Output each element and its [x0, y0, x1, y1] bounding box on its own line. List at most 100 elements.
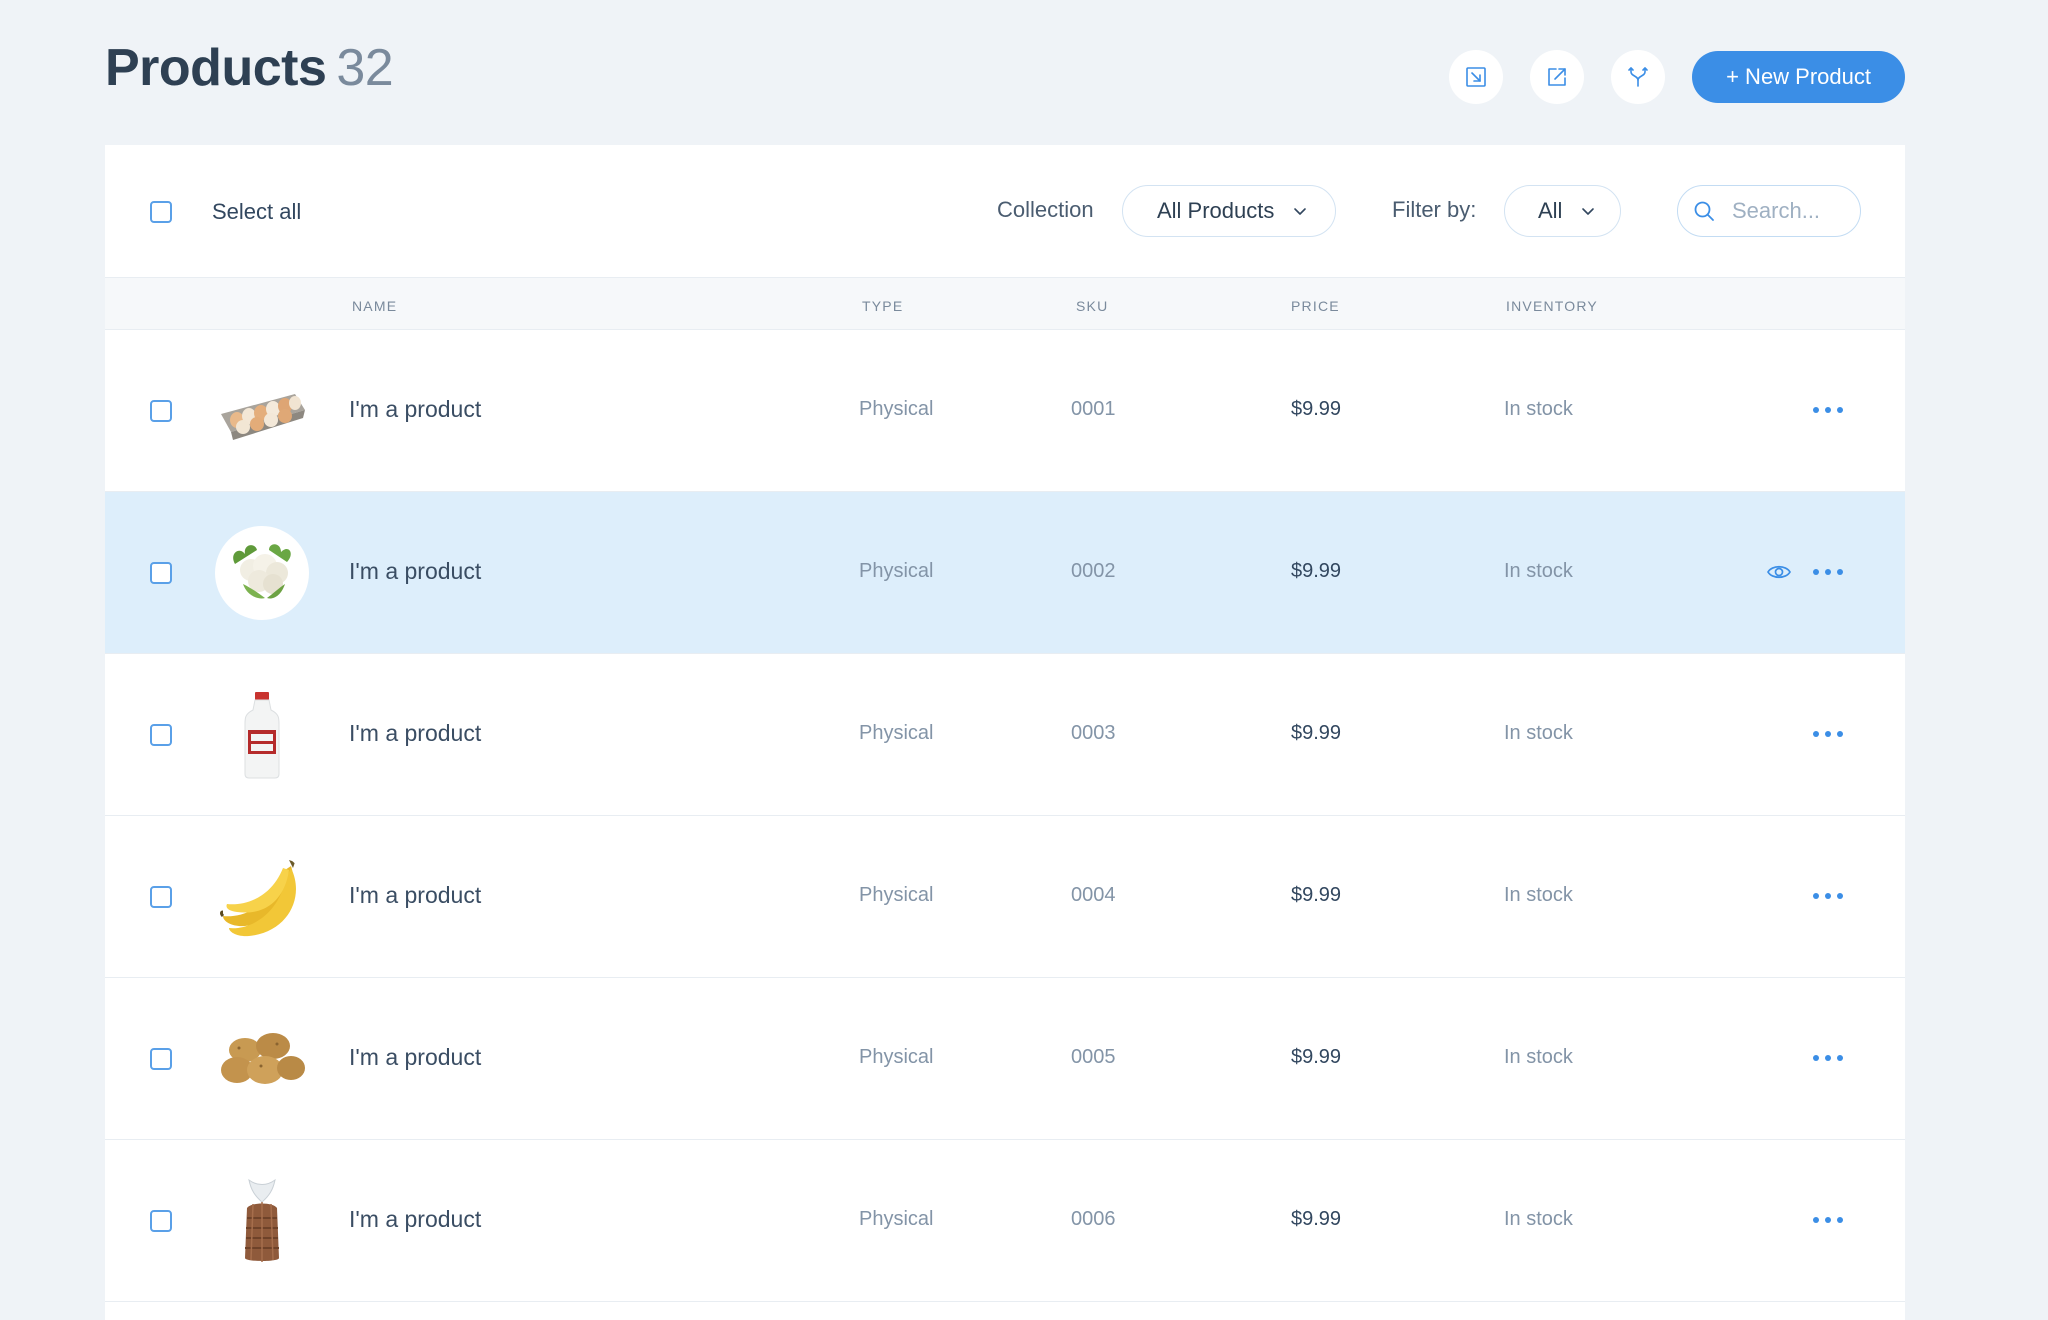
product-thumbnail[interactable] [215, 688, 309, 782]
collection-dropdown[interactable]: All Products [1122, 185, 1336, 237]
more-actions-button[interactable] [1813, 400, 1843, 420]
more-actions-button[interactable] [1813, 1210, 1843, 1230]
product-name[interactable]: I'm a product [349, 1044, 481, 1071]
product-name[interactable]: I'm a product [349, 882, 481, 909]
more-dot [1825, 407, 1831, 413]
product-thumbnail[interactable] [215, 526, 309, 620]
product-thumbnail[interactable] [215, 850, 309, 944]
import-button[interactable] [1449, 50, 1504, 104]
row-checkbox[interactable] [150, 724, 172, 746]
search-box[interactable] [1677, 185, 1861, 237]
table-row-highlighted[interactable]: I'm a product Physical 0002 $9.99 In sto… [105, 492, 1905, 654]
product-price: $9.99 [1291, 1046, 1342, 1068]
column-header-name[interactable]: NAME [352, 298, 397, 314]
product-inventory: In stock [1504, 398, 1573, 420]
column-header-price[interactable]: PRICE [1291, 298, 1340, 314]
chevron-down-icon [1294, 208, 1307, 215]
potatoes-image [221, 1033, 305, 1084]
filter-dropdown-value: All [1538, 198, 1563, 223]
more-dot [1837, 731, 1843, 737]
product-name[interactable]: I'm a product [349, 720, 481, 747]
more-dot [1813, 1217, 1819, 1223]
product-name[interactable]: I'm a product [349, 558, 481, 585]
product-name[interactable]: I'm a product [349, 396, 481, 423]
column-header-type[interactable]: TYPE [862, 298, 903, 314]
header-actions: + New Product [1422, 50, 1905, 104]
select-all-label: Select all [212, 199, 302, 224]
more-dot [1825, 731, 1831, 737]
product-inventory: In stock [1504, 722, 1573, 744]
table-row[interactable]: I'm a product Physical 0001 $9.99 In sto… [105, 330, 1905, 492]
product-thumbnail[interactable] [215, 364, 309, 458]
filter-label: Filter by: [1392, 197, 1477, 222]
product-inventory: In stock [1504, 884, 1573, 906]
row-checkbox[interactable] [150, 886, 172, 908]
products-card: Select all Collection All Products Filte… [105, 145, 1905, 1320]
table-row[interactable]: I'm a product Physical 0006 $9.99 In sto… [105, 1140, 1905, 1302]
more-dot [1825, 893, 1831, 899]
filter-dropdown[interactable]: All [1504, 185, 1621, 237]
bananas-image [220, 860, 296, 937]
import-icon [1466, 67, 1486, 87]
more-dot [1813, 407, 1819, 413]
product-inventory: In stock [1504, 1208, 1573, 1230]
table-row[interactable]: I'm a product Physical 0004 $9.99 In sto… [105, 816, 1905, 978]
product-thumbnail[interactable] [215, 1012, 309, 1106]
more-dot [1837, 407, 1843, 413]
more-dot [1813, 1055, 1819, 1061]
more-actions-button[interactable] [1813, 1048, 1843, 1068]
product-type: Physical [859, 398, 934, 420]
product-type: Physical [859, 560, 934, 582]
merge-button[interactable] [1611, 50, 1666, 104]
more-dot [1825, 1217, 1831, 1223]
more-dot [1813, 569, 1819, 575]
more-actions-button[interactable] [1813, 724, 1843, 744]
export-button[interactable] [1530, 50, 1585, 104]
product-sku: 0003 [1071, 722, 1116, 744]
cauliflower-image [233, 544, 291, 599]
column-header-inventory[interactable]: INVENTORY [1506, 298, 1598, 314]
row-checkbox[interactable] [150, 562, 172, 584]
products-page: Products 32 + New Product Select all Col… [0, 0, 2048, 1320]
more-dot [1837, 893, 1843, 899]
table-row[interactable]: I'm a product Physical 0003 $9.99 In sto… [105, 654, 1905, 816]
eye-icon[interactable] [1766, 560, 1792, 584]
product-price: $9.99 [1291, 1208, 1342, 1230]
more-dot [1813, 731, 1819, 737]
eggs-carton-image [221, 394, 305, 440]
more-actions-button[interactable] [1813, 886, 1843, 906]
product-type: Physical [859, 1208, 934, 1230]
search-icon [1694, 201, 1714, 221]
collection-dropdown-value: All Products [1157, 198, 1275, 223]
product-type: Physical [859, 1046, 934, 1068]
product-thumbnail[interactable] [215, 1174, 309, 1268]
product-price: $9.99 [1291, 398, 1342, 420]
page-title: Products 32 [105, 38, 394, 98]
new-product-button[interactable]: + New Product [1692, 51, 1905, 103]
product-type: Physical [859, 722, 934, 744]
export-icon [1548, 68, 1566, 86]
more-dot [1813, 893, 1819, 899]
more-actions-button[interactable] [1813, 562, 1843, 582]
row-checkbox[interactable] [150, 1210, 172, 1232]
select-all-checkbox[interactable] [150, 201, 172, 223]
product-sku: 0004 [1071, 884, 1116, 906]
table-row[interactable]: I'm a product Physical 0005 $9.99 In sto… [105, 978, 1905, 1140]
product-price: $9.99 [1291, 560, 1342, 582]
column-header-sku[interactable]: SKU [1076, 298, 1108, 314]
table-header: NAME TYPE SKU PRICE INVENTORY [105, 278, 1905, 330]
chevron-down-icon [1582, 208, 1595, 215]
product-count: 32 [336, 39, 394, 97]
row-checkbox[interactable] [150, 400, 172, 422]
product-type: Physical [859, 884, 934, 906]
page-title-text: Products [105, 39, 327, 97]
product-price: $9.99 [1291, 722, 1342, 744]
table-toolbar: Select all Collection All Products Filte… [105, 145, 1905, 278]
product-inventory: In stock [1504, 1046, 1573, 1068]
product-sku: 0001 [1071, 398, 1116, 420]
product-name[interactable]: I'm a product [349, 1206, 481, 1233]
product-price: $9.99 [1291, 884, 1342, 906]
search-input[interactable] [1732, 198, 1852, 224]
row-checkbox[interactable] [150, 1048, 172, 1070]
milk-bottle-image [244, 692, 280, 779]
